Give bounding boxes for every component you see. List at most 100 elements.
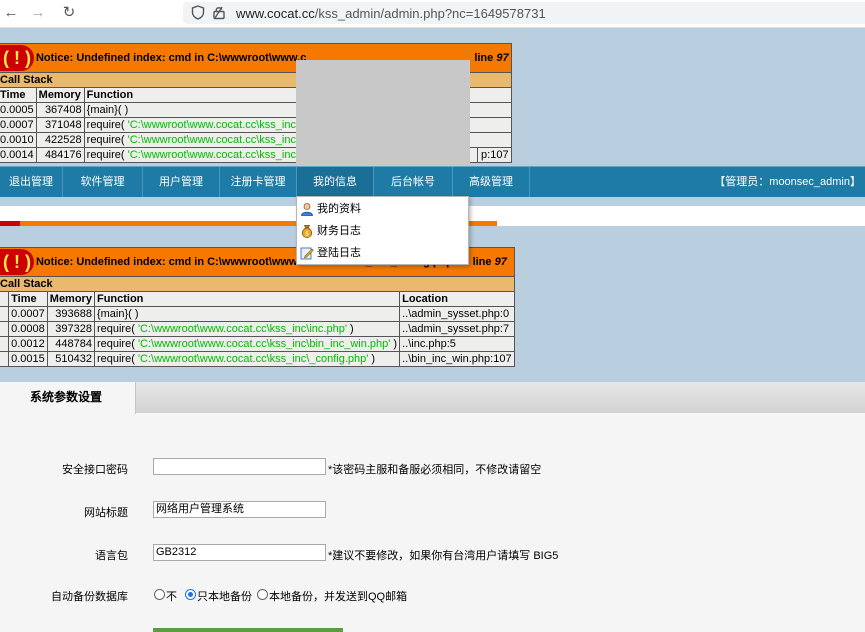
tab-system-settings[interactable]: 系统参数设置 (0, 382, 136, 414)
cell-function: {main}( ) (93, 306, 401, 322)
address-bar[interactable]: www.cocat.cc/kss_admin/admin.php?nc=1649… (183, 2, 865, 24)
main-navbar: 退出管理 软件管理 用户管理 注册卡管理 我的信息 后台帐号 高级管理 【管理员… (0, 166, 865, 197)
menu-item-login-log[interactable]: 登陆日志 (300, 243, 465, 263)
cell-memory: 371048 (35, 117, 85, 133)
menu-item-profile[interactable]: 我的资料 (300, 199, 465, 219)
cell-time: 0.0005 (0, 102, 37, 118)
language-hint: *建议不要修改，如果你有台湾用户请填写 BIG5 (328, 550, 559, 562)
func-arg: 'C:\wwwroot\www.cocat.cc\kss_inc\i (127, 119, 302, 131)
submit-button[interactable] (153, 628, 343, 632)
func-name: require( (86, 149, 128, 161)
func-name: require( (96, 338, 138, 350)
cell-memory: 422528 (35, 132, 85, 148)
money-bag-icon: $ (302, 225, 312, 238)
func-name: {main}( ) (96, 308, 139, 320)
col-time: Time (8, 291, 48, 307)
cell-memory: 397328 (46, 321, 95, 337)
redaction-block (296, 60, 470, 166)
menu-item-finance-log[interactable]: $ 财务日志 (300, 221, 465, 241)
nav-users[interactable]: 用户管理 (143, 167, 220, 197)
back-arrow-icon[interactable]: ← (0, 3, 22, 23)
table-row: 2 0.0008 397328 require( 'C:\wwwroot\www.co… (0, 321, 515, 337)
notice-message: Notice: Undefined index: cmd in C:\wwwro… (35, 51, 307, 64)
cell-memory: 448784 (46, 336, 95, 352)
browser-toolbar: ← → ↻ www.cocat.cc/kss_admin/admin.php?n… (0, 0, 865, 28)
password-hint: *该密码主服和备服必须相同，不修改请留空 (328, 464, 542, 476)
error-icon: ( ! ) (0, 249, 34, 275)
table-row: 3 0.0012 448784 require( 'C:\wwwroot\www.co… (0, 336, 515, 352)
language-label: 语言包 (95, 550, 128, 562)
cell-memory: 393688 (46, 306, 95, 322)
site-title-input[interactable]: 网络用户管理系统 (153, 501, 326, 518)
col-number: # (0, 291, 10, 307)
backup-option-local-qq[interactable]: 本地备份，并发送到QQ邮箱 (269, 588, 407, 604)
notice-message-tail: line (474, 51, 494, 64)
backup-radio-local-qq[interactable] (257, 589, 268, 600)
language-input[interactable]: GB2312 (153, 544, 326, 561)
col-memory: Memory (35, 87, 85, 103)
settings-panel: 系统参数设置 安全接口密码 *该密码主服和备服必须相同，不修改请留空 网站标题 … (0, 382, 865, 632)
callstack-title: Call Stack (0, 276, 515, 292)
forward-arrow-icon[interactable]: → (27, 3, 49, 23)
backup-label: 自动备份数据库 (51, 591, 128, 603)
cell-number: 3 (0, 336, 10, 352)
page-canvas: ( ! ) Notice: Undefined index: cmd in C:\… (0, 28, 865, 632)
cell-number: 1 (0, 306, 10, 322)
menu-item-label: 财务日志 (317, 225, 361, 237)
my-info-dropdown: 我的资料 $ 财务日志 登陆日志 (296, 196, 469, 265)
cell-location: ..\admin_sysset.php:7 (399, 321, 515, 337)
user-icon (301, 203, 313, 216)
cell-location: ..\admin_sysset.php:0 (399, 306, 515, 322)
backup-radio-local[interactable] (185, 589, 196, 600)
cell-memory: 510432 (46, 351, 95, 367)
col-function: Function (93, 291, 401, 307)
func-arg: 'C:\wwwroot\www.cocat.cc\kss_inc\b (127, 134, 306, 146)
error-icon: ( ! ) (0, 45, 34, 71)
backup-option-none[interactable]: 不 (166, 588, 177, 604)
notice-line-no: 97 (494, 255, 507, 268)
func-arg: 'C:\wwwroot\www.cocat.cc\kss_inc\ (127, 149, 300, 161)
col-memory: Memory (46, 291, 95, 307)
nav-logout[interactable]: 退出管理 (0, 167, 63, 197)
password-label: 安全接口密码 (62, 464, 128, 476)
backup-option-local[interactable]: 只本地备份 (197, 588, 252, 604)
nav-advanced[interactable]: 高级管理 (453, 167, 530, 197)
cell-memory: 484176 (35, 147, 85, 163)
func-name: require( (96, 323, 138, 335)
nav-software[interactable]: 软件管理 (63, 167, 143, 197)
cell-number: 2 (0, 321, 10, 337)
cell-location: ..\bin_inc_win.php:107 (399, 351, 515, 367)
func-name: require( (96, 353, 138, 365)
cell-time: 0.0008 (8, 321, 48, 337)
backup-radio-none[interactable] (154, 589, 165, 600)
func-arg: 'C:\wwwroot\www.cocat.cc\kss_inc\bin_inc… (137, 338, 391, 350)
func-close: ) (346, 323, 354, 335)
cell-location: p:107 (476, 147, 512, 163)
reload-icon[interactable]: ↻ (58, 3, 80, 23)
table-row: 1 0.0007 393688 {main}( ) ..\admin_sysset.ph… (0, 306, 515, 322)
password-input[interactable] (153, 458, 326, 475)
tab-bar-fill (136, 382, 865, 413)
admin-user-label: 【管理员：moonsec_admin】 (714, 176, 861, 188)
php-notice-table-2: ( ! ) Notice: Undefined index: cmd in C:\… (0, 247, 515, 367)
page-info-icon[interactable] (212, 5, 226, 20)
cell-time: 0.0014 (0, 147, 37, 163)
edit-note-icon (300, 247, 314, 260)
nav-admin-accounts[interactable]: 后台帐号 (374, 167, 453, 197)
notice-line-no: 97 (496, 51, 509, 64)
url-host: www.cocat.cc (236, 6, 315, 21)
nav-my-info[interactable]: 我的信息 (297, 167, 374, 197)
func-arg: 'C:\wwwroot\www.cocat.cc\kss_inc\_config… (137, 353, 369, 365)
func-name: require( (86, 119, 128, 131)
menu-item-label: 登陆日志 (317, 247, 361, 259)
nav-reg-cards[interactable]: 注册卡管理 (220, 167, 297, 197)
cell-location: ..\inc.php:5 (399, 336, 515, 352)
shield-icon[interactable] (191, 5, 205, 20)
col-time: Time (0, 87, 37, 103)
func-close: ) (368, 353, 376, 365)
url-path: /kss_admin/admin.php?nc=1649578731 (314, 6, 546, 21)
svg-text:$: $ (305, 231, 309, 238)
address-url[interactable]: www.cocat.cc/kss_admin/admin.php?nc=1649… (236, 6, 546, 21)
menu-item-label: 我的资料 (317, 203, 361, 215)
cell-function: require( 'C:\wwwroot\www.cocat.cc\kss_in… (93, 336, 401, 352)
